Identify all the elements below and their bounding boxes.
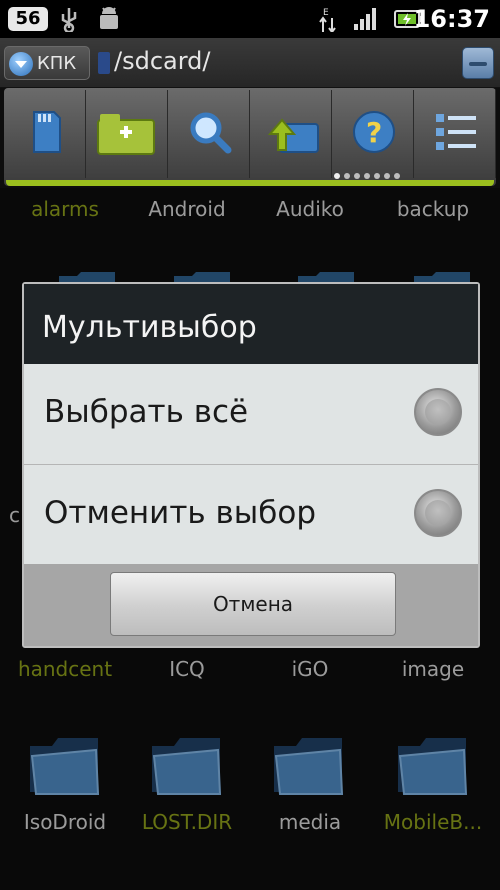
list-view-button[interactable] bbox=[416, 90, 496, 178]
signal-icon bbox=[354, 8, 376, 30]
data-transfer-icon: E bbox=[319, 8, 336, 32]
dialog-header: Мультивыбор bbox=[24, 284, 478, 364]
search-icon bbox=[190, 112, 232, 154]
option-label: Выбрать всё bbox=[44, 394, 249, 430]
new-folder-button[interactable] bbox=[88, 90, 168, 178]
sdcard-button[interactable] bbox=[6, 90, 86, 178]
toolbar-accent-strip bbox=[6, 180, 494, 186]
list-view-icon bbox=[436, 114, 476, 150]
page-indicator bbox=[334, 173, 400, 179]
storage-dropdown-label: КПК bbox=[37, 53, 77, 74]
path-bar: КПК /sdcard/ bbox=[0, 38, 500, 88]
select-all-option[interactable]: Выбрать всё bbox=[24, 364, 478, 464]
new-folder-icon bbox=[97, 114, 155, 155]
current-path: /sdcard/ bbox=[114, 47, 211, 75]
storage-dropdown[interactable]: КПК bbox=[4, 46, 90, 80]
chevron-down-icon bbox=[9, 52, 33, 76]
option-label: Отменить выбор bbox=[44, 495, 317, 531]
cancel-button[interactable]: Отмена bbox=[110, 572, 396, 636]
status-bar: 56 E 16:37 bbox=[0, 0, 500, 38]
up-folder-icon bbox=[267, 118, 319, 153]
clock: 16:37 bbox=[413, 5, 490, 33]
android-debug-icon bbox=[100, 7, 118, 29]
svg-text:?: ? bbox=[366, 116, 382, 149]
collapse-button[interactable] bbox=[462, 47, 494, 79]
up-folder-button[interactable] bbox=[252, 90, 332, 178]
search-button[interactable] bbox=[170, 90, 250, 178]
radio-button[interactable] bbox=[414, 489, 462, 537]
usb-icon bbox=[61, 8, 77, 32]
dialog-title: Мультивыбор bbox=[42, 310, 257, 345]
dialog-footer: Отмена bbox=[24, 564, 478, 646]
notification-count-badge: 56 bbox=[8, 7, 48, 31]
toolbar: ? bbox=[4, 88, 496, 186]
radio-button[interactable] bbox=[414, 388, 462, 436]
svg-text:E: E bbox=[323, 8, 329, 18]
multiselect-dialog: Мультивыбор Выбрать всё Отменить выбор О… bbox=[22, 282, 480, 648]
help-icon: ? bbox=[353, 111, 395, 153]
sdcard-icon bbox=[33, 111, 61, 153]
help-button[interactable]: ? bbox=[334, 90, 414, 178]
deselect-option[interactable]: Отменить выбор bbox=[24, 465, 478, 565]
sdcard-icon bbox=[98, 52, 110, 74]
